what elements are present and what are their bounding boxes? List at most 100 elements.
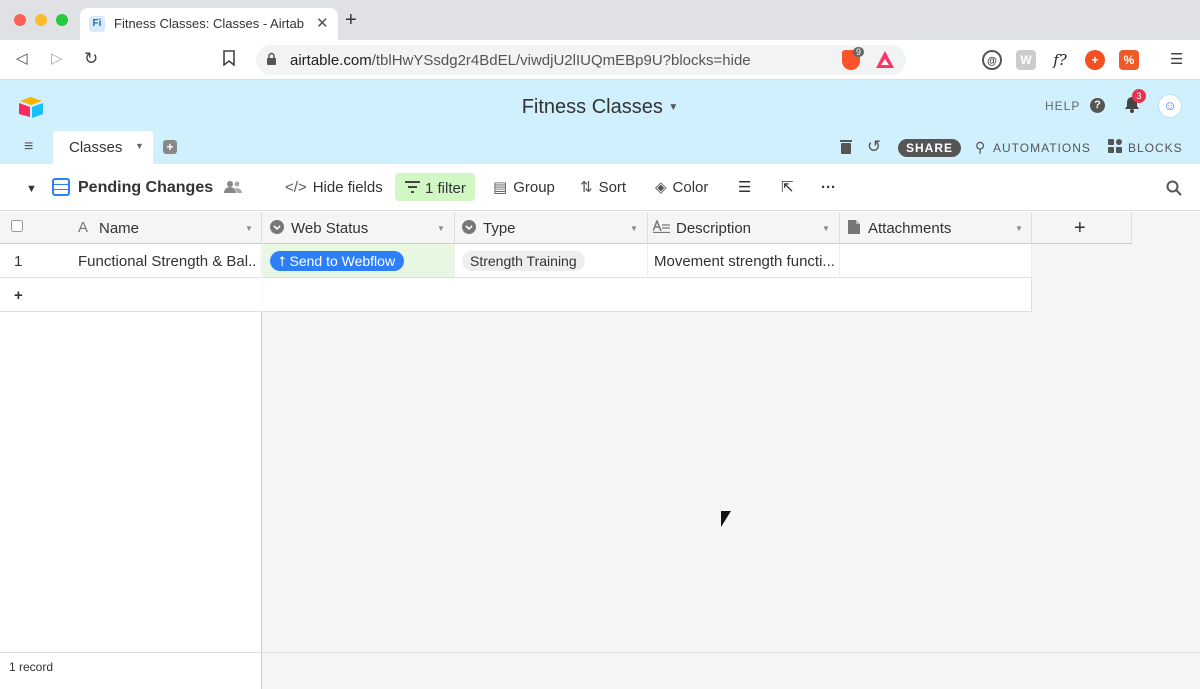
hide-fields-icon: </> bbox=[285, 179, 307, 196]
sidebar-menu-icon[interactable]: ≡ bbox=[24, 139, 33, 155]
notification-badge: 3 bbox=[1132, 89, 1146, 103]
close-window-button[interactable] bbox=[14, 14, 26, 26]
trash-icon[interactable] bbox=[840, 139, 852, 158]
app-header: Fitness Classes ▼ HELP ? 3 ☺ ≡ Classes ▼… bbox=[0, 80, 1200, 164]
add-row-button[interactable]: + bbox=[0, 278, 262, 312]
chevron-down-icon[interactable]: ▼ bbox=[245, 224, 253, 233]
reload-icon[interactable]: ↻ bbox=[84, 50, 98, 68]
browser-tab[interactable]: Fi Fitness Classes: Classes - Airtab ✕ bbox=[80, 8, 338, 40]
grid-view-icon bbox=[52, 178, 70, 196]
url-text: airtable.com/tblHwYSsdg2r4BdEL/viwdjU2lI… bbox=[290, 52, 751, 69]
forward-icon[interactable]: ▷ bbox=[51, 50, 63, 68]
plus-extension-icon[interactable]: + bbox=[1085, 50, 1105, 70]
cell-web-status[interactable]: ⭡ Send to Webflow bbox=[263, 244, 455, 278]
bookmark-icon[interactable] bbox=[222, 50, 236, 71]
color-button[interactable]: ◈ Color bbox=[655, 180, 708, 196]
view-name[interactable]: Pending Changes bbox=[78, 179, 213, 197]
sort-button[interactable]: ⇅ Sort bbox=[580, 180, 626, 196]
brave-rewards-icon-inner bbox=[881, 59, 889, 65]
search-icon[interactable] bbox=[1166, 180, 1182, 200]
mouse-cursor-icon bbox=[721, 511, 731, 527]
blocks-icon[interactable] bbox=[1108, 139, 1123, 158]
wordtune-icon[interactable]: W bbox=[1016, 50, 1036, 70]
back-icon[interactable]: ◁ bbox=[16, 50, 28, 68]
select-all-checkbox[interactable] bbox=[11, 220, 23, 235]
share-button[interactable]: SHARE bbox=[898, 139, 961, 157]
record-count: 1 record bbox=[9, 660, 54, 674]
column-label: Attachments bbox=[868, 220, 952, 237]
grid-view: A Name ▼ 1 Functional Strength & Bal... … bbox=[0, 212, 1200, 689]
brave-count-badge: 9 bbox=[853, 47, 865, 57]
group-button[interactable]: ▤ Group bbox=[493, 180, 555, 196]
chevron-down-icon[interactable]: ▼ bbox=[630, 224, 638, 233]
column-label: Web Status bbox=[291, 220, 369, 237]
single-select-icon bbox=[270, 220, 284, 237]
browser-tab-title: Fitness Classes: Classes - Airtab bbox=[114, 16, 305, 31]
description-text: Movement strength functi... bbox=[654, 253, 835, 270]
row-number: 1 bbox=[14, 253, 23, 270]
share-view-icon[interactable]: ⇱ bbox=[781, 180, 794, 196]
long-text-icon bbox=[652, 218, 670, 236]
sort-icon: ⇅ bbox=[580, 179, 593, 196]
text-a-icon: A bbox=[78, 219, 89, 236]
zoom-window-button[interactable] bbox=[56, 14, 68, 26]
chevron-down-icon[interactable]: ▼ bbox=[437, 224, 445, 233]
more-options-icon[interactable]: ··· bbox=[821, 180, 836, 196]
attachment-icon bbox=[848, 220, 860, 237]
help-link[interactable]: HELP bbox=[1045, 99, 1080, 113]
collaborative-view-icon bbox=[224, 180, 242, 198]
hide-fields-button[interactable]: </> Hide fields bbox=[285, 180, 383, 196]
help-icon[interactable]: ? bbox=[1090, 98, 1105, 113]
lock-icon bbox=[266, 52, 277, 69]
primary-field-pane: A Name ▼ 1 Functional Strength & Bal... … bbox=[0, 212, 262, 689]
group-icon: ▤ bbox=[493, 179, 508, 196]
view-switcher-toggle-icon[interactable]: ▼ bbox=[26, 181, 37, 197]
blocks-button[interactable]: BLOCKS bbox=[1128, 141, 1183, 155]
add-column-button[interactable]: + bbox=[1032, 212, 1132, 244]
minimize-window-button[interactable] bbox=[35, 14, 47, 26]
column-header-type[interactable]: Type ▼ bbox=[455, 212, 648, 244]
base-title[interactable]: Fitness Classes ▼ bbox=[0, 96, 1200, 119]
column-label: Type bbox=[483, 220, 516, 237]
cell-attachments[interactable] bbox=[840, 244, 1032, 278]
chevron-down-icon[interactable]: ▼ bbox=[822, 224, 830, 233]
new-tab-button[interactable]: + bbox=[345, 10, 357, 30]
row-height-icon[interactable]: ☰ bbox=[738, 180, 751, 196]
cell-description[interactable]: Movement strength functi... bbox=[648, 244, 840, 278]
column-label: Description bbox=[676, 220, 752, 237]
add-row-icon: + bbox=[14, 287, 23, 304]
cell-type[interactable]: Strength Training bbox=[455, 244, 648, 278]
favicon-icon: Fi bbox=[89, 16, 105, 32]
filter-label: 1 filter bbox=[425, 180, 466, 197]
formula-extension-icon[interactable]: f? bbox=[1050, 50, 1070, 70]
chevron-down-icon[interactable]: ▼ bbox=[1015, 224, 1023, 233]
paint-bucket-icon: ◈ bbox=[655, 179, 667, 196]
password-manager-icon[interactable]: @ bbox=[982, 50, 1002, 70]
column-header-attachments[interactable]: Attachments ▼ bbox=[840, 212, 1032, 244]
browser-menu-icon[interactable]: ☰ bbox=[1170, 51, 1183, 69]
filter-button[interactable]: 1 filter bbox=[395, 173, 475, 201]
browser-tab-strip: Fi Fitness Classes: Classes - Airtab ✕ + bbox=[0, 0, 1200, 40]
address-bar[interactable]: airtable.com/tblHwYSsdg2r4BdEL/viwdjU2lI… bbox=[256, 45, 906, 75]
cell-name[interactable]: Functional Strength & Bal... bbox=[78, 253, 256, 270]
chevron-down-icon[interactable]: ▼ bbox=[135, 141, 144, 151]
table-tab-classes[interactable]: Classes ▼ bbox=[53, 131, 153, 164]
add-row-area[interactable] bbox=[263, 278, 1032, 312]
header-primary: A Name ▼ bbox=[0, 212, 262, 244]
browser-toolbar: ◁ ▷ ↻ airtable.com/tblHwYSsdg2r4BdEL/viw… bbox=[0, 40, 1200, 80]
chevron-down-icon: ▼ bbox=[668, 102, 679, 113]
single-select-icon bbox=[462, 220, 476, 237]
type-badge: Strength Training bbox=[462, 251, 585, 271]
avatar[interactable]: ☺ bbox=[1158, 94, 1182, 118]
table-row[interactable]: 1 Functional Strength & Bal... bbox=[0, 244, 262, 278]
automations-button[interactable]: AUTOMATIONS bbox=[993, 141, 1091, 155]
add-table-icon[interactable]: + bbox=[163, 140, 177, 154]
history-icon[interactable]: ↺ bbox=[867, 138, 881, 155]
grid-footer: 1 record bbox=[0, 652, 1200, 689]
column-header-description[interactable]: Description ▼ bbox=[648, 212, 840, 244]
zapier-extension-icon[interactable]: % bbox=[1119, 50, 1139, 70]
automations-icon[interactable]: ⚲ bbox=[975, 139, 985, 155]
column-header-web-status[interactable]: Web Status ▼ bbox=[263, 212, 455, 244]
close-tab-icon[interactable]: ✕ bbox=[316, 14, 329, 32]
column-header-name[interactable]: Name bbox=[99, 220, 139, 237]
